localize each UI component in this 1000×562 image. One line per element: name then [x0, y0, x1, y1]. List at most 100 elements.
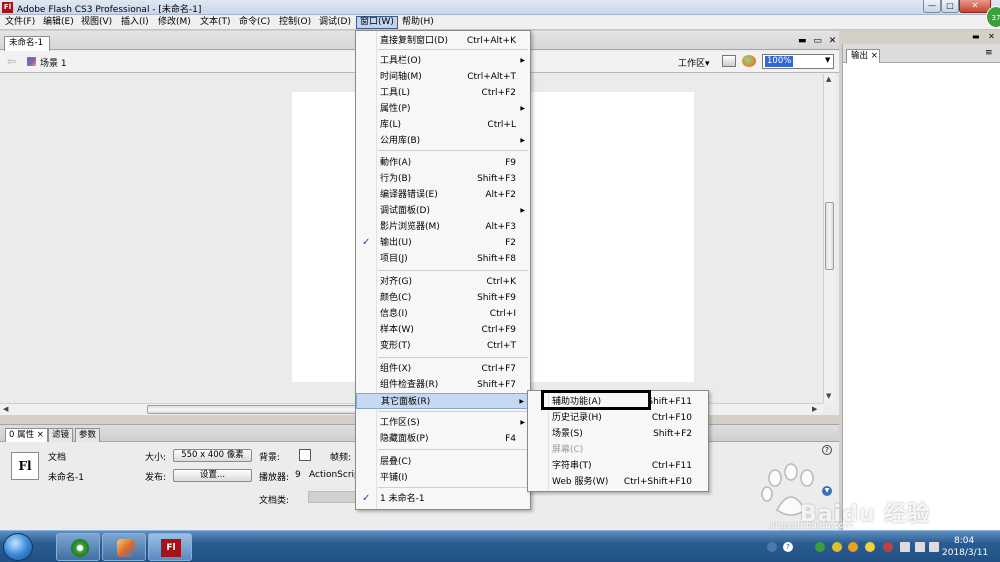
menu-file[interactable]: 文件(F): [2, 16, 38, 29]
window-menu-item[interactable]: 组件(X) Ctrl+F7: [356, 361, 530, 377]
window-menu-item[interactable]: 调试面板(D) ▶: [356, 203, 530, 219]
window-menu-item[interactable]: 样本(W) Ctrl+F9: [356, 322, 530, 338]
scroll-left-icon[interactable]: ◀: [3, 405, 8, 413]
publish-settings-button[interactable]: 设置...: [173, 469, 252, 482]
workspace-button[interactable]: 工作区▾: [678, 56, 710, 69]
floating-badge[interactable]: 37: [986, 6, 1000, 28]
submenu-item[interactable]: 字符串(T) Ctrl+F11: [528, 458, 708, 474]
menu-modify[interactable]: 修改(M): [155, 16, 194, 29]
scroll-down-icon[interactable]: ▼: [826, 392, 831, 400]
window-menu-item[interactable]: 颜色(C) Shift+F9: [356, 290, 530, 306]
menu-item-label: 变形(T): [380, 341, 411, 351]
tray-volume-icon[interactable]: [929, 542, 939, 552]
menu-insert[interactable]: 插入(I): [118, 16, 152, 29]
submenu-arrow-icon: ▶: [520, 105, 525, 112]
tray-app-icon[interactable]: [815, 542, 825, 552]
dock-controls-icon[interactable]: ▬ ✕: [972, 32, 998, 41]
output-panel: 输出 × ≡: [842, 44, 1000, 530]
tray-app-icon[interactable]: [832, 542, 842, 552]
document-tab[interactable]: 未命名-1: [4, 36, 50, 51]
clock-time[interactable]: 8:04: [954, 536, 974, 546]
expand-icon[interactable]: ▼: [822, 486, 832, 496]
taskbar-paint-button[interactable]: [102, 533, 146, 561]
window-menu-item[interactable]: 时间轴(M) Ctrl+Alt+T: [356, 69, 530, 85]
document-class-input[interactable]: [308, 491, 358, 503]
menu-item-label: 属性(P): [380, 104, 411, 114]
submenu-item[interactable]: 场景(S) Shift+F2: [528, 426, 708, 442]
tray-display-icon[interactable]: [900, 542, 910, 552]
menu-item-label: 平铺(I): [380, 473, 408, 483]
size-button[interactable]: 550 x 400 像素: [173, 449, 252, 462]
taskbar-flash-button[interactable]: Fl: [148, 533, 192, 561]
menu-text[interactable]: 文本(T): [197, 16, 234, 29]
window-menu-item[interactable]: 变形(T) Ctrl+T: [356, 338, 530, 354]
submenu-item-shortcut: Shift+F11: [647, 397, 692, 407]
tab-properties[interactable]: 0 属性 ×: [5, 428, 48, 442]
menu-item-shortcut: Ctrl+F7: [481, 364, 516, 374]
window-menu-item[interactable]: ✓ 输出(U) F2: [356, 235, 530, 251]
vertical-scrollbar[interactable]: ▲ ▼: [823, 74, 835, 403]
window-menu-item[interactable]: 库(L) Ctrl+L: [356, 117, 530, 133]
window-menu-item[interactable]: 属性(P) ▶: [356, 101, 530, 117]
window-menu-item[interactable]: 直接复制窗口(D) Ctrl+Alt+K: [356, 33, 530, 49]
window-menu-item[interactable]: ✓ 1 未命名-1: [356, 491, 530, 507]
chevron-down-icon[interactable]: ▼: [825, 56, 830, 64]
scroll-right-icon[interactable]: ▶: [812, 405, 817, 413]
window-menu-item[interactable]: 影片浏览器(M) Alt+F3: [356, 219, 530, 235]
window-menu-item[interactable]: 层叠(C): [356, 454, 530, 470]
submenu-item[interactable]: 历史记录(H) Ctrl+F10: [528, 410, 708, 426]
window-menu-item[interactable]: 信息(I) Ctrl+I: [356, 306, 530, 322]
submenu-item[interactable]: Web 服务(W) Ctrl+Shift+F10: [528, 474, 708, 490]
menu-item-shortcut: Ctrl+L: [487, 120, 516, 130]
window-menu-item[interactable]: 動作(A) F9: [356, 155, 530, 171]
menu-view[interactable]: 视图(V): [78, 16, 115, 29]
tray-app-icon[interactable]: [883, 542, 893, 552]
menu-help[interactable]: 帮助(H): [399, 16, 437, 29]
window-menu-item[interactable]: 工作区(S) ▶: [356, 415, 530, 431]
back-arrow-icon[interactable]: ⇦: [7, 55, 16, 68]
window-menu-item[interactable]: 公用库(B) ▶: [356, 133, 530, 149]
menu-item-label: 库(L): [380, 120, 402, 130]
window-menu-item[interactable]: 平铺(I): [356, 470, 530, 486]
menu-bar: 文件(F) 编辑(E) 视图(V) 插入(I) 修改(M) 文本(T) 命令(C…: [0, 15, 1000, 30]
clock-date[interactable]: 2018/3/11: [942, 548, 988, 558]
document-window-controls[interactable]: ▬ ▭ ✕: [798, 36, 838, 46]
window-menu-item[interactable]: 对齐(G) Ctrl+K: [356, 274, 530, 290]
window-menu-item[interactable]: 项目(J) Shift+F8: [356, 251, 530, 267]
scroll-up-icon[interactable]: ▲: [826, 75, 831, 83]
panel-menu-icon[interactable]: ≡: [985, 48, 993, 58]
taskbar-ie-button[interactable]: [56, 533, 100, 561]
menu-debug[interactable]: 调试(D): [316, 16, 354, 29]
menu-commands[interactable]: 命令(C): [236, 16, 273, 29]
right-dock-header: ▬ ✕: [842, 31, 1000, 44]
output-tab[interactable]: 输出 ×: [846, 49, 880, 63]
menu-edit[interactable]: 编辑(E): [40, 16, 77, 29]
zoom-select[interactable]: 100% ▼: [762, 54, 834, 69]
menu-control[interactable]: 控制(O): [276, 16, 314, 29]
submenu-item-label: 屏幕(C): [552, 445, 584, 455]
tray-network-status-icon[interactable]: [915, 542, 925, 552]
minimize-button[interactable]: —: [923, 0, 941, 13]
tab-parameters[interactable]: 参数: [75, 428, 101, 442]
window-menu-item[interactable]: 工具(L) Ctrl+F2: [356, 85, 530, 101]
window-menu-item[interactable]: 编译器错误(E) Alt+F2: [356, 187, 530, 203]
vertical-scroll-thumb[interactable]: [825, 202, 834, 270]
menu-window[interactable]: 窗口(W): [356, 16, 398, 29]
help-icon[interactable]: ?: [822, 445, 832, 455]
window-menu-item[interactable]: 工具栏(O) ▶: [356, 53, 530, 69]
window-menu-item[interactable]: 其它面板(R) ▶: [356, 393, 530, 409]
start-button[interactable]: [3, 533, 33, 561]
window-menu-item[interactable]: 组件检查器(R) Shift+F7: [356, 377, 530, 393]
edit-symbols-icon[interactable]: [722, 55, 736, 67]
tray-help-icon[interactable]: ?: [783, 542, 793, 552]
edit-scene-icon[interactable]: [742, 55, 756, 67]
tab-filters[interactable]: 滤镜: [48, 428, 74, 442]
window-menu-item[interactable]: 行为(B) Shift+F3: [356, 171, 530, 187]
player-value: 9: [295, 470, 301, 480]
tray-qq-icon[interactable]: [865, 542, 875, 552]
window-menu-item[interactable]: 隐藏面板(P) F4: [356, 431, 530, 447]
background-color-swatch[interactable]: [299, 449, 311, 461]
tray-app-icon[interactable]: [848, 542, 858, 552]
maximize-button[interactable]: □: [941, 0, 959, 13]
tray-network-icon[interactable]: [767, 542, 777, 552]
